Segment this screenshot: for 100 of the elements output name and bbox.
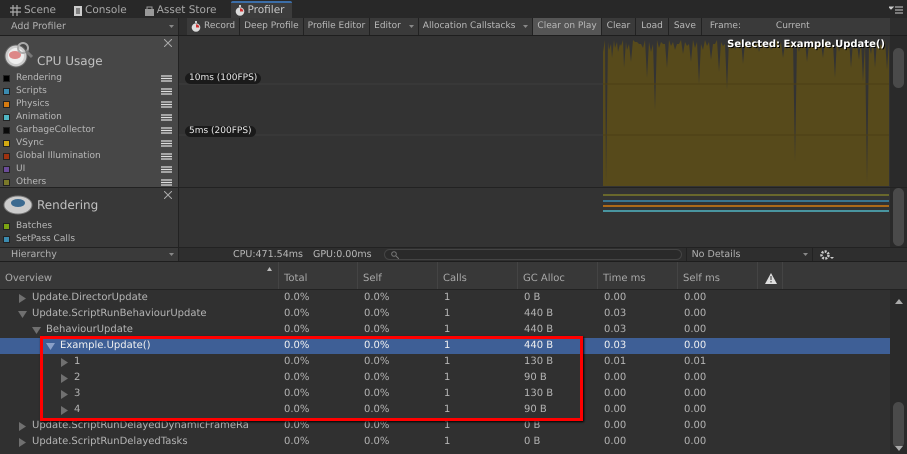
column-header[interactable]: Self ms: [677, 262, 757, 289]
profiler-row[interactable]: 4 0.0% 0.0% 1 90 B 0.00 0.00: [0, 402, 890, 418]
table-cell-text: 0.00: [683, 340, 708, 352]
table-cell-text: 0 B: [523, 292, 542, 304]
profiler-row[interactable]: 3 0.0% 0.0% 1 130 B 0.00 0.00: [0, 386, 890, 402]
legend-label: Batches: [16, 221, 54, 232]
toggle-button[interactable]: Profile Editor: [304, 18, 370, 35]
scroll-thumb[interactable]: [893, 188, 904, 246]
profiler-row[interactable]: Update.ScriptRunDelayedTasks 0.0% 0.0% 1 0 B 0.00 0.00: [0, 434, 890, 450]
expand-arrow-icon[interactable]: [18, 438, 27, 446]
close-icon[interactable]: [164, 191, 172, 199]
dropdown-button[interactable]: Allocation Callstacks: [418, 18, 534, 35]
window-tab[interactable]: Console: [70, 1, 135, 18]
table-cell-text: 0.00: [683, 292, 708, 304]
toggle-button[interactable]: Deep Profile: [240, 18, 304, 35]
column-header[interactable]: Time ms: [597, 262, 677, 289]
menu-icon[interactable]: [889, 6, 903, 14]
profiler-row[interactable]: 2 0.0% 0.0% 1 90 B 0.00 0.00: [0, 370, 890, 386]
caret-icon: [408, 25, 414, 28]
expand-arrow-icon[interactable]: [60, 390, 69, 398]
table-cell-text: 0.0%: [283, 340, 310, 352]
table-cell-text: 0.03: [603, 308, 628, 320]
drag-handle-icon[interactable]: [161, 101, 172, 108]
collapse-arrow-icon[interactable]: [46, 342, 55, 350]
graph-label: 10ms (100FPS): [185, 73, 262, 84]
table-cell-text: 1: [443, 420, 452, 432]
search-field[interactable]: [384, 249, 682, 260]
expand-arrow-icon[interactable]: [18, 422, 27, 430]
function-name: 4: [74, 404, 80, 416]
table-cell-text: 0.00: [603, 292, 628, 304]
frame-label: Frame:: [710, 21, 742, 32]
dropdown-button[interactable]: Editor: [370, 18, 419, 35]
profiler-row[interactable]: Example.Update() 0.0% 0.0% 1 440 B 0.03 0.00: [0, 338, 890, 354]
rendering-panel[interactable]: Rendering Batches SetPass Calls: [0, 188, 179, 247]
caret-icon: [169, 253, 174, 256]
scrollbar[interactable]: [890, 188, 907, 247]
window-tab[interactable]: Profiler: [230, 1, 292, 18]
column-header[interactable]: GC Alloc: [517, 262, 597, 289]
toggle-button[interactable]: Clear on Play: [533, 18, 602, 35]
table-cell-text: 0.00: [683, 324, 708, 336]
drag-handle-icon[interactable]: [161, 75, 172, 82]
drag-handle-icon[interactable]: [161, 127, 172, 134]
window-tab[interactable]: Scene: [6, 1, 64, 18]
profiler-row[interactable]: Update.ScriptRunBehaviourUpdate 0.0% 0.0% 1 440 B 0.03 0.00: [0, 306, 890, 322]
gpu-time: GPU:0.00ms: [312, 248, 372, 261]
record-button[interactable]: Record: [187, 18, 240, 35]
expand-arrow-icon[interactable]: [60, 406, 69, 414]
expand-arrow-icon[interactable]: [60, 374, 69, 382]
drag-handle-icon[interactable]: [161, 114, 172, 121]
document-icon: [74, 6, 82, 16]
scroll-thumb[interactable]: [893, 48, 904, 88]
scroll-down-icon[interactable]: [895, 446, 903, 451]
scroll-up-icon[interactable]: [895, 299, 903, 304]
collapse-arrow-icon[interactable]: [32, 326, 41, 334]
drag-handle-icon[interactable]: [161, 140, 172, 147]
window-tab[interactable]: Asset Store: [140, 1, 224, 18]
legend-label: SetPass Calls: [16, 234, 76, 245]
table-cell-text: 0.0%: [363, 388, 390, 400]
column-header[interactable]: Calls: [437, 262, 517, 289]
column-header[interactable]: Total: [278, 262, 357, 289]
scrollbar[interactable]: [890, 290, 907, 454]
scroll-thumb[interactable]: [893, 402, 904, 448]
profiler-title: Rendering: [37, 198, 98, 212]
details-dropdown[interactable]: No Details: [686, 248, 813, 261]
profiler-row[interactable]: Update.DirectorUpdate 0.0% 0.0% 1 0 B 0.00 0.00: [0, 290, 890, 306]
collapse-arrow-icon[interactable]: [18, 310, 27, 318]
table-cell-text: 1: [443, 372, 452, 384]
profiler-row[interactable]: Update.ScriptRunDelayedDynamicFrameRa 0.0% 0.0% 1 0 B 0.00 0.00: [0, 418, 890, 434]
drag-handle-icon[interactable]: [161, 153, 172, 160]
close-icon[interactable]: [164, 39, 172, 47]
legend-label: UI: [16, 164, 26, 175]
add-profiler-dropdown[interactable]: Add Profiler: [0, 18, 179, 35]
table-cell-text: 0.0%: [363, 356, 390, 368]
table-cell-text: 0.00: [603, 404, 628, 416]
drag-handle-icon[interactable]: [161, 179, 172, 186]
expand-arrow-icon[interactable]: [60, 358, 69, 366]
cpu-usage-panel[interactable]: CPU Usage Rendering Scripts Physics Animation GarbageCollector VSync Global Illumination UI Others: [0, 36, 179, 187]
toolbar-button[interactable]: Clear: [602, 18, 636, 35]
toolbar-button[interactable]: Load: [636, 18, 669, 35]
warning-column-header[interactable]: [757, 262, 783, 289]
profiler-row[interactable]: BehaviourUpdate 0.0% 0.0% 1 440 B 0.03 0.00: [0, 322, 890, 338]
table-cell-text: 0.00: [603, 420, 628, 432]
expand-arrow-icon[interactable]: [18, 294, 27, 302]
toolbar-button[interactable]: Save: [668, 18, 702, 35]
caret-icon: [169, 25, 174, 28]
table-cell-text: 90 B: [523, 404, 548, 416]
scrollbar[interactable]: [890, 36, 907, 187]
drag-handle-icon[interactable]: [161, 88, 172, 95]
view-dropdown[interactable]: Hierarchy: [0, 248, 179, 261]
column-header[interactable]: Overview: [0, 262, 278, 289]
column-header[interactable]: Self: [357, 262, 437, 289]
selected-label: Selected: Example.Update(): [727, 39, 885, 51]
table-cell-text: 0.0%: [283, 372, 310, 384]
profiler-row[interactable]: 1 0.0% 0.0% 1 130 B 0.01 0.01: [0, 354, 890, 370]
drag-handle-icon[interactable]: [161, 166, 172, 173]
table-cell-text: 0.0%: [283, 308, 310, 320]
legend-label: VSync: [16, 138, 45, 149]
settings-icon[interactable]: [818, 249, 835, 261]
table-cell-text: 0.00: [603, 436, 628, 448]
table-cell-text: 0.00: [603, 388, 628, 400]
